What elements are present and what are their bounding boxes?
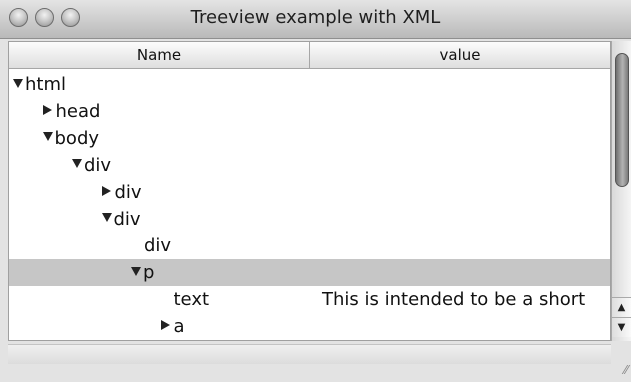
tree-node-label: body bbox=[54, 127, 100, 149]
tree-node: div bbox=[144, 232, 171, 259]
window: Treeview example with XML Name value htm… bbox=[0, 0, 631, 382]
tree-row[interactable]: body bbox=[9, 125, 610, 152]
tree-node-label: html bbox=[25, 74, 67, 95]
tree-node-label: head bbox=[55, 100, 101, 122]
tree-row[interactable]: head bbox=[9, 98, 610, 125]
tree-row[interactable]: div bbox=[9, 152, 610, 179]
tree-row[interactable]: html bbox=[9, 71, 610, 98]
triangle-right-icon[interactable] bbox=[101, 185, 111, 196]
scrollbar-thumb[interactable] bbox=[615, 53, 629, 187]
triangle-right-icon[interactable] bbox=[160, 320, 170, 331]
tree-row[interactable]: div bbox=[9, 232, 610, 259]
tree-view[interactable]: Name value html head body div div div div p text… bbox=[8, 41, 611, 341]
tree-node: body bbox=[42, 125, 100, 152]
tree-row[interactable]: text This is intended to be a short bbox=[9, 286, 610, 313]
tree-node: head bbox=[42, 98, 101, 125]
triangle-down-icon[interactable] bbox=[131, 266, 141, 276]
tree-node-label: div bbox=[113, 208, 141, 230]
column-header: Name value bbox=[9, 42, 610, 69]
vertical-scrollbar[interactable]: ▲ ▼ bbox=[611, 41, 631, 341]
tree-node-label: div bbox=[144, 235, 172, 257]
tree-node-label: div bbox=[114, 181, 142, 203]
window-title: Treeview example with XML bbox=[190, 7, 441, 28]
tree-node: html bbox=[13, 71, 66, 98]
tree-node: div bbox=[101, 179, 142, 206]
scroll-down-button[interactable]: ▼ bbox=[612, 317, 631, 337]
tree-node-label: p bbox=[143, 262, 155, 284]
triangle-down-icon[interactable] bbox=[13, 78, 23, 88]
triangle-down-icon[interactable] bbox=[101, 213, 112, 222]
tree-node: div bbox=[101, 206, 141, 233]
tree-row-selected[interactable]: p bbox=[9, 259, 610, 287]
column-header-name[interactable]: Name bbox=[9, 42, 309, 68]
tree-row[interactable]: a bbox=[9, 313, 610, 340]
tree-node: div bbox=[72, 152, 111, 179]
tree-value-cell: This is intended to be a short bbox=[322, 289, 586, 311]
triangle-right-icon[interactable] bbox=[42, 104, 52, 115]
title-bar[interactable]: Treeview example with XML bbox=[0, 0, 631, 39]
tree-node-label: div bbox=[84, 154, 112, 176]
status-bar bbox=[8, 344, 611, 364]
resize-grip-icon[interactable]: ⁄⁄ bbox=[612, 362, 628, 378]
tree-node-label: a bbox=[173, 316, 185, 338]
scroll-up-button[interactable]: ▲ bbox=[612, 297, 631, 317]
tree-node: p bbox=[131, 259, 154, 286]
tree-row[interactable]: div bbox=[9, 179, 610, 206]
column-header-value[interactable]: value bbox=[310, 42, 610, 68]
tree-node: text bbox=[174, 286, 210, 313]
triangle-down-icon[interactable] bbox=[42, 132, 53, 142]
triangle-down-icon[interactable] bbox=[72, 159, 82, 169]
tree-node-label: text bbox=[173, 289, 210, 311]
tree-node: a bbox=[160, 313, 185, 340]
tree-row[interactable]: div bbox=[9, 206, 610, 233]
